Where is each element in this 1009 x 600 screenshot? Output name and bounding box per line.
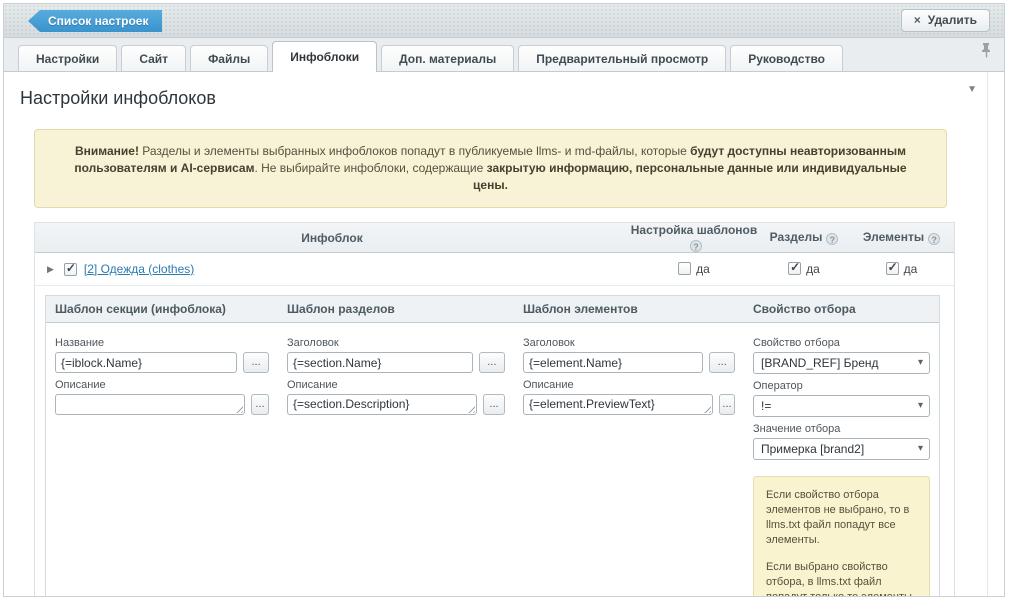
detail-header-sections-template: Шаблон разделов [278, 302, 514, 316]
collapse-section-icon[interactable]: ▼ [967, 84, 977, 95]
templates-detail-panel: Шаблон секции (инфоблока) Шаблон раздело… [45, 295, 940, 597]
sections-template-column: Заголовок ... Описание {=section.Descrip… [278, 327, 514, 597]
tab-sayt[interactable]: Сайт [121, 45, 186, 71]
detail-header-section-template: Шаблон секции (инфоблока) [46, 302, 278, 316]
tab-infobloki[interactable]: Инфоблоки [272, 41, 377, 72]
operator-value: != [761, 399, 771, 413]
table-row-clothes: ▶ ✓ [2] Одежда (clothes) да ✓ да ✓ да [35, 253, 954, 286]
description-field-label: Описание [55, 379, 269, 391]
tab-content-infoblocks: Настройки инфоблоков ▼ Внимание! Разделы… [4, 72, 988, 597]
filter-value-value: Примерка [brand2] [761, 442, 864, 456]
warning-attention: Внимание! [75, 144, 139, 158]
section-description-more-button[interactable]: ... [483, 394, 505, 415]
warning-text-1: Разделы и элементы выбранных инфоблоков … [139, 144, 690, 158]
warning-bold-2: закрытую информацию, персональные данные… [473, 161, 907, 192]
close-icon: × [914, 13, 921, 27]
delete-button-label: Удалить [928, 13, 977, 27]
row-checkbox[interactable]: ✓ [64, 263, 77, 276]
name-field-label: Название [55, 337, 269, 349]
filter-property-value: [BRAND_REF] Бренд [761, 356, 879, 370]
page-title: Настройки инфоблоков [20, 88, 973, 109]
cell-elements-yes: ✓ да [849, 262, 954, 276]
detail-panel-header: Шаблон секции (инфоблока) Шаблон раздело… [46, 296, 939, 323]
detail-header-elements-template: Шаблон элементов [514, 302, 744, 316]
operator-label: Оператор [753, 380, 930, 392]
column-header-sections: Разделы? [759, 230, 849, 245]
help-icon[interactable]: ? [690, 240, 702, 252]
description-field-label: Описание [287, 379, 505, 391]
iblock-name-template-input[interactable] [55, 352, 237, 373]
warning-text-2: . Не выбирайте инфоблоки, содержащие [254, 161, 486, 175]
element-name-template-input[interactable] [523, 352, 703, 373]
filter-value-label: Значение отбора [753, 423, 930, 435]
description-template-more-button[interactable]: ... [251, 394, 269, 415]
section-name-more-button[interactable]: ... [479, 352, 505, 373]
element-preview-template-textarea[interactable]: {=element.PreviewText} [523, 394, 713, 415]
delete-button[interactable]: × Удалить [901, 9, 990, 32]
filter-note-box: Если свойство отбора элементов не выбран… [753, 476, 930, 597]
elements-checkbox[interactable]: ✓ [886, 262, 899, 275]
checkmark-icon: ✓ [790, 260, 800, 274]
tab-nastroyki[interactable]: Настройки [18, 45, 117, 71]
element-name-more-button[interactable]: ... [709, 352, 735, 373]
column-header-templates: Настройка шаблонов? [629, 223, 759, 252]
title-field-label: Заголовок [287, 337, 505, 349]
column-header-elements: Элементы? [849, 230, 954, 245]
filter-property-select[interactable]: [BRAND_REF] Бренд ▾ [753, 352, 930, 374]
help-icon[interactable]: ? [826, 233, 838, 245]
iblock-table: Инфоблок Настройка шаблонов? Разделы? Эл… [34, 222, 955, 597]
filter-property-column: Свойство отбора [BRAND_REF] Бренд ▾ Опер… [744, 327, 939, 597]
tab-strip: Настройки Сайт Файлы Инфоблоки Доп. мате… [4, 38, 1004, 72]
tab-rukovodstvo[interactable]: Руководство [730, 45, 843, 71]
name-template-more-button[interactable]: ... [243, 352, 269, 373]
checkmark-icon: ✓ [66, 261, 76, 275]
tab-predprosmotr[interactable]: Предварительный просмотр [518, 45, 726, 71]
filter-note-paragraph-2: Если выбрано свойство отбора, в llms.txt… [766, 560, 917, 597]
help-icon[interactable]: ? [928, 233, 940, 245]
filter-property-label: Свойство отбора [753, 337, 930, 349]
element-preview-more-button[interactable]: ... [719, 394, 735, 415]
templates-checkbox[interactable] [678, 262, 691, 275]
elements-yes-label: да [904, 262, 918, 276]
chevron-down-icon: ▾ [918, 396, 923, 416]
sections-yes-label: да [806, 262, 820, 276]
checkmark-icon: ✓ [888, 260, 898, 274]
row-detail-wrapper: Шаблон секции (инфоблока) Шаблон раздело… [35, 286, 954, 597]
back-to-settings-list-button[interactable]: Список настроек [28, 10, 162, 32]
tab-fayly[interactable]: Файлы [190, 45, 268, 71]
column-header-iblock: Инфоблок [35, 231, 629, 245]
pin-icon[interactable] [981, 43, 992, 63]
filter-value-select[interactable]: Примерка [brand2] ▾ [753, 438, 930, 460]
expand-row-icon[interactable]: ▶ [47, 264, 54, 275]
section-name-template-input[interactable] [287, 352, 473, 373]
description-field-label: Описание [523, 379, 735, 391]
templates-yes-label: да [696, 262, 710, 276]
iblock-description-template-textarea[interactable] [55, 394, 245, 415]
tab-dop-materialy[interactable]: Доп. материалы [381, 45, 514, 71]
detail-panel-body: Название ... Описание ... [46, 323, 939, 597]
operator-select[interactable]: != ▾ [753, 395, 930, 417]
top-toolbar: Список настроек × Удалить [4, 4, 1004, 38]
iblock-table-header: Инфоблок Настройка шаблонов? Разделы? Эл… [35, 223, 954, 253]
iblock-link-clothes[interactable]: [2] Одежда (clothes) [84, 262, 194, 276]
filter-note-paragraph-1: Если свойство отбора элементов не выбран… [766, 488, 917, 548]
cell-sections-yes: ✓ да [759, 262, 849, 276]
settings-window: Список настроек × Удалить Настройки Сайт … [3, 3, 1005, 597]
warning-banner: Внимание! Разделы и элементы выбранных и… [34, 129, 947, 208]
section-template-column: Название ... Описание ... [46, 327, 278, 597]
sections-checkbox[interactable]: ✓ [788, 262, 801, 275]
cell-templates-yes: да [629, 262, 759, 276]
title-field-label: Заголовок [523, 337, 735, 349]
elements-template-column: Заголовок ... Описание {=element.Preview… [514, 327, 744, 597]
chevron-down-icon: ▾ [918, 353, 923, 373]
detail-header-filter-property: Свойство отбора [744, 302, 939, 316]
chevron-down-icon: ▾ [918, 439, 923, 459]
section-description-template-textarea[interactable]: {=section.Description} [287, 394, 477, 415]
